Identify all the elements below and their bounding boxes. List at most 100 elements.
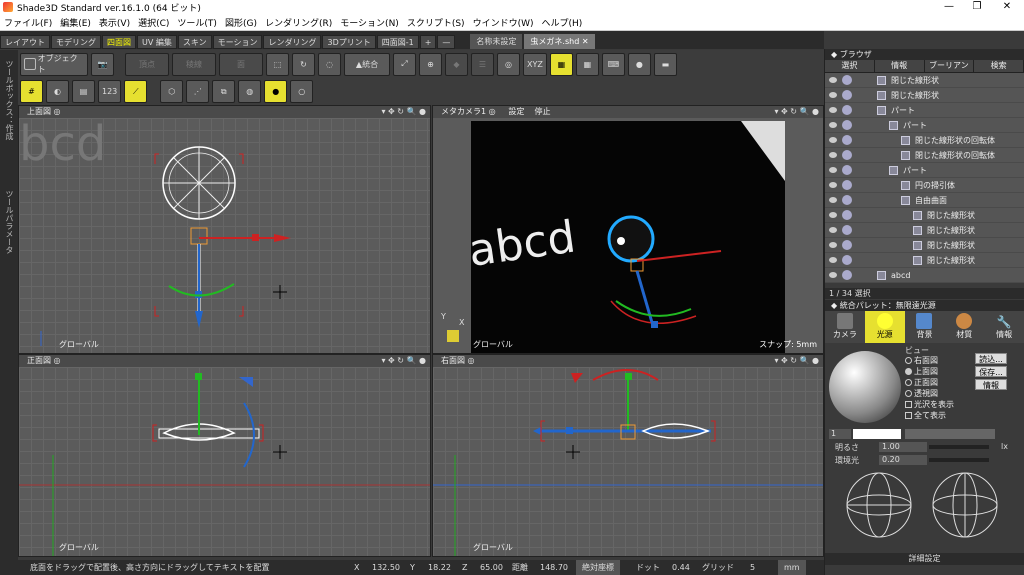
browser-item[interactable]: パート [825,163,1024,178]
texture-icon[interactable]: ▤ [72,80,95,103]
snap-point-icon[interactable]: ⋰ [186,80,210,103]
viewport-top[interactable]: 上面図 ◎ ▾ ✥ ↻ 🔍 ● bcd グローバル [18,105,431,354]
tab-rendering[interactable]: レンダリング [263,35,322,49]
palette-tab-light[interactable]: 光源 [864,311,905,343]
menu-view[interactable]: 表示(V) [95,16,134,29]
browser-item[interactable]: 閉じた線形状 [825,208,1024,223]
browser-item[interactable]: 閉じた線形状 [825,223,1024,238]
close-tab-icon[interactable]: ✕ [582,37,589,46]
render-toggle-icon[interactable] [842,150,852,160]
camera-settings-button[interactable]: 設定 [508,107,524,116]
doc-tab-magnifier[interactable]: 虫メガネ.shd ✕ [524,34,595,49]
visibility-eye-icon[interactable] [829,167,837,173]
menu-file[interactable]: ファイル(F) [0,16,56,29]
menu-render[interactable]: レンダリング(R) [261,16,336,29]
load-button[interactable]: 読込... [975,353,1007,364]
browser-item[interactable]: 閉じた線形状の回転体 [825,133,1024,148]
sphere-wire-icon[interactable]: ◍ [238,80,262,103]
object-mode-button[interactable]: オブジェクト [20,52,88,76]
render-toggle-icon[interactable] [842,90,852,100]
remove-tab-button[interactable]: — [437,35,456,49]
car-icon[interactable]: ▬ [653,52,677,76]
render-toggle-icon[interactable] [842,270,852,280]
ambient-slider[interactable] [929,458,989,462]
pivot-icon[interactable]: ◆ [445,52,468,76]
visibility-eye-icon[interactable] [829,137,837,143]
head-icon[interactable]: ● [627,52,651,76]
viewport-right[interactable]: 右面図 ◎ ▾ ✥ ↻ 🔍 ● グローバル [432,354,824,557]
browser-tree[interactable]: 閉じた線形状 閉じた線形状 パート パート 閉じた線形状の回転体 閉じた線形状の回転体 パー… [825,72,1024,288]
render-toggle-icon[interactable] [842,180,852,190]
shade-icon[interactable]: ◐ [46,80,69,103]
unit-select[interactable]: mm [778,560,806,575]
globe-icon[interactable]: ◎ [497,52,520,76]
detail-settings-button[interactable]: 詳細設定 [825,553,1024,565]
browser-tab-boolean[interactable]: ブーリアン [925,60,975,72]
tab-3d-print[interactable]: 3Dプリント [322,35,376,49]
rect-select-icon[interactable]: ⬚ [266,52,289,76]
brightness-slider[interactable] [929,445,989,449]
palette-tab-background[interactable]: 背景 [905,311,945,343]
ambient-input[interactable]: 0.20 [879,455,927,465]
visibility-eye-icon[interactable] [829,152,837,158]
tab-modeling[interactable]: モデリング [51,35,101,49]
lasso-icon[interactable]: ◌ [318,52,341,76]
browser-tab-select[interactable]: 選択 [825,60,875,72]
menu-motion[interactable]: モーション(N) [336,16,403,29]
light-index-select[interactable]: 1 [829,429,851,439]
render-sphere-icon[interactable]: ○ [290,80,314,103]
visibility-eye-icon[interactable] [829,107,837,113]
render-toggle-icon[interactable] [842,105,852,115]
tab-uv-edit[interactable]: UV 編集 [137,35,177,49]
menu-select[interactable]: 選択(C) [134,16,173,29]
keyboard-icon[interactable]: ⌨ [601,52,625,76]
number-123-button[interactable]: 123 [98,80,122,103]
visibility-eye-icon[interactable] [829,122,837,128]
render-toggle-icon[interactable] [842,135,852,145]
xyz-button[interactable]: XYZ [523,52,547,76]
menu-shape[interactable]: 図形(G) [221,16,261,29]
visibility-eye-icon[interactable] [829,182,837,188]
viewport-front[interactable]: 正面図 ◎ ▾ ✥ ↻ 🔍 ● グローバル [18,354,431,557]
mesh-icon[interactable]: ⧉ [212,80,236,103]
save-button[interactable]: 保存... [975,366,1007,377]
render-toggle-icon[interactable] [842,195,852,205]
render-toggle-icon[interactable] [842,120,852,130]
add-tab-button[interactable]: + [419,35,437,49]
browser-item[interactable]: 自由曲面 [825,193,1024,208]
maximize-button[interactable]: ❐ [962,0,992,14]
browser-item[interactable]: パート [825,103,1024,118]
merge-button[interactable]: ▲ 統合 [344,52,390,76]
radio-front-view[interactable]: 正面図 [905,377,938,388]
radio-perspective-view[interactable]: 透視図 [905,388,938,399]
tab-skin[interactable]: スキン [177,35,212,49]
visibility-eye-icon[interactable] [829,272,837,278]
visibility-eye-icon[interactable] [829,227,837,233]
visibility-eye-icon[interactable] [829,77,837,83]
coord-mode-select[interactable]: 絶対座標 [576,560,620,575]
tab-layout[interactable]: レイアウト [0,35,50,49]
toolbox-tab[interactable]: ツールボックス：作成 [4,60,15,140]
visibility-eye-icon[interactable] [829,92,837,98]
menu-script[interactable]: スクリプト(S) [403,16,469,29]
guide-icon[interactable]: ⟋ [124,80,148,103]
wire-icon[interactable]: ⬡ [160,80,184,103]
browser-item[interactable]: 閉じた線形状 [825,88,1024,103]
close-button[interactable]: ✕ [992,0,1022,14]
stop-button[interactable]: 停止 [535,107,551,116]
grid-display-icon[interactable]: # [20,80,43,103]
browser-item[interactable]: abcd [825,268,1024,283]
checkbox-show-all[interactable]: 全て表示 [905,410,946,421]
checkbox-show-highlight[interactable]: 光沢を表示 [905,399,954,410]
render-toggle-icon[interactable] [842,210,852,220]
render-toggle-icon[interactable] [842,225,852,235]
browser-item[interactable]: 閉じた線形状 [825,238,1024,253]
edge-mode-button[interactable]: 稜線 [172,52,216,76]
tab-four-view-1[interactable]: 四面図-1 [376,35,419,49]
doc-tab-untitled[interactable]: 名称未設定 [470,34,523,49]
align-icon[interactable]: ☰ [471,52,494,76]
info-button[interactable]: 情報 [975,379,1007,390]
tab-four-view[interactable]: 四面図 [102,35,136,49]
light-toolbar[interactable] [905,429,995,439]
view-controls-icon[interactable]: ▾ ✥ ↻ 🔍 ● [774,106,819,118]
